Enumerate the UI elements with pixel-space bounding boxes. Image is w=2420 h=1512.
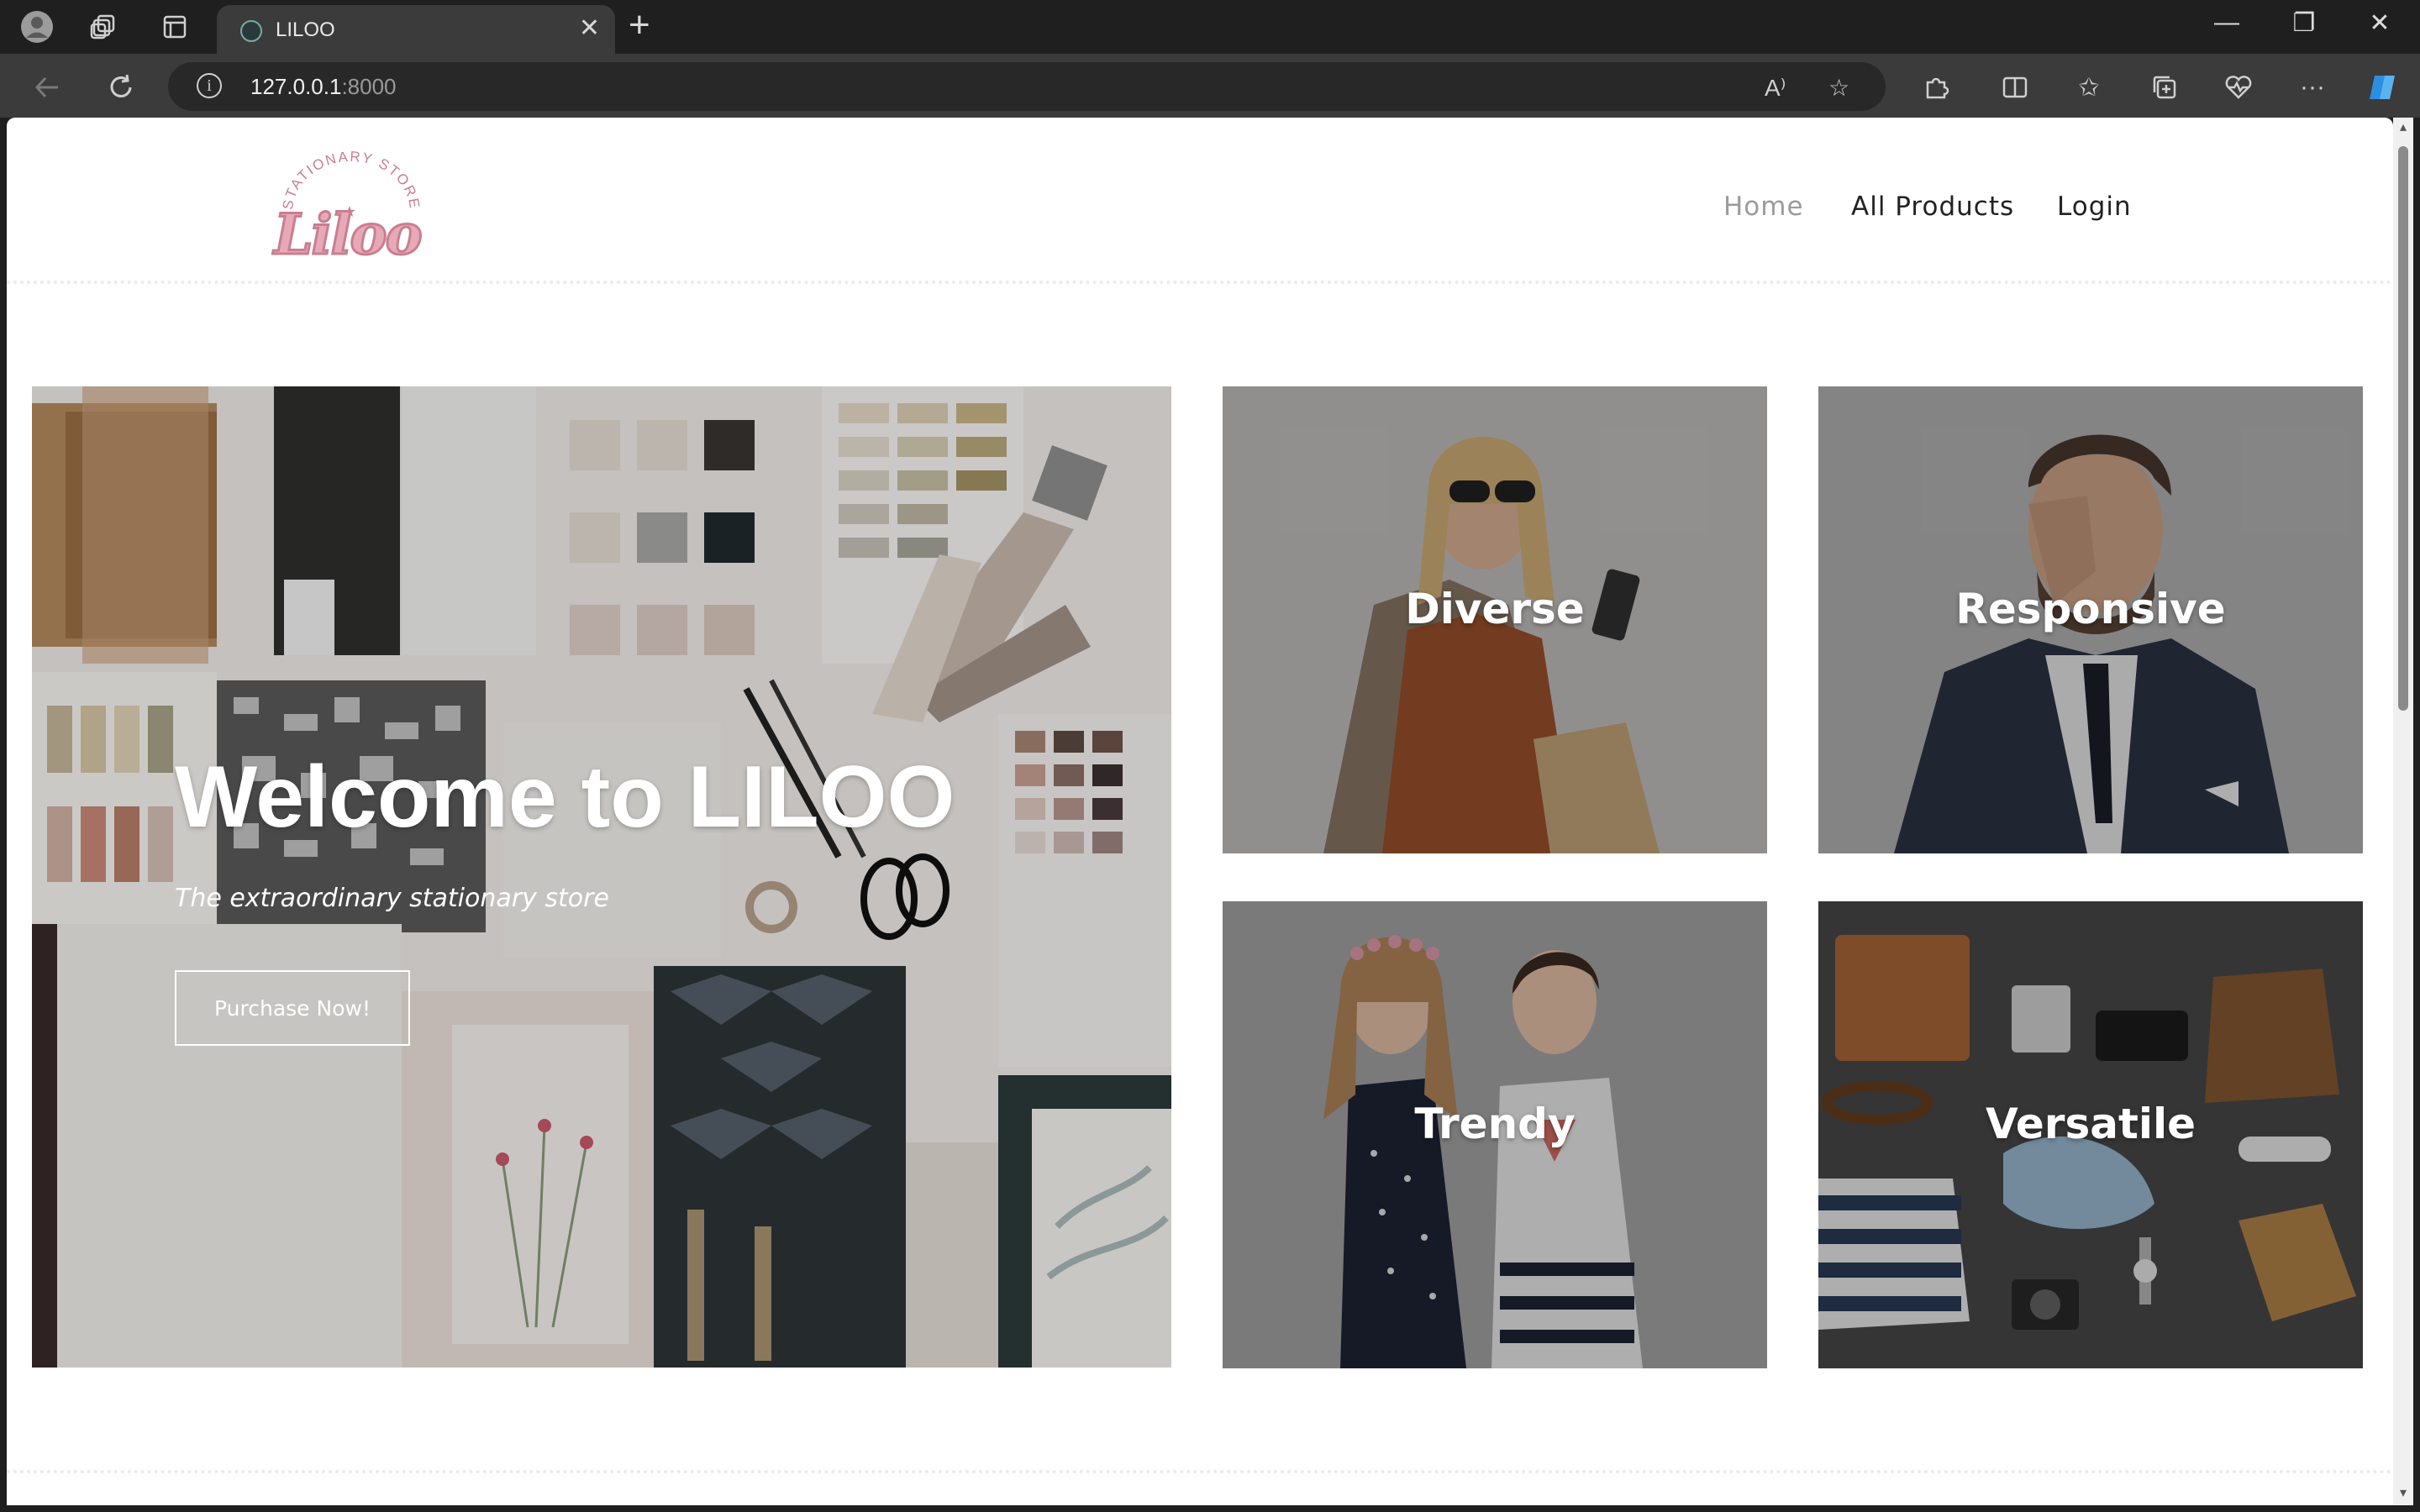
url-text: 127.0.0.1:8000	[250, 74, 397, 99]
site-info-icon[interactable]: i	[197, 73, 222, 98]
workspaces-icon[interactable]	[87, 10, 121, 44]
tab-title: LILOO	[276, 18, 335, 41]
favorite-icon[interactable]: ☆	[1828, 74, 1849, 102]
hero-subtitle: The extraordinary stationary store	[175, 884, 609, 913]
scroll-thumb[interactable]	[2398, 146, 2408, 711]
hero-overlay	[32, 386, 1171, 1368]
tile-responsive-label: Responsive	[1955, 585, 2226, 633]
tile-trendy-label: Trendy	[1414, 1100, 1576, 1148]
new-tab-icon[interactable]: +	[629, 7, 650, 44]
tab-strip: LILOO ✕ + — ❐ ✕	[0, 0, 2420, 54]
minimize-icon[interactable]: —	[2202, 8, 2252, 37]
more-icon[interactable]: ···	[2294, 69, 2331, 106]
hero-title: Welcome to LILOO	[175, 748, 955, 846]
tab-actions-icon[interactable]	[158, 10, 192, 44]
extensions-icon[interactable]	[1918, 69, 1954, 106]
restore-icon[interactable]: ❐	[2279, 8, 2329, 38]
tile-versatile-label: Versatile	[1985, 1100, 2196, 1148]
active-tab[interactable]: LILOO ✕	[217, 5, 615, 54]
tile-trendy[interactable]: Trendy	[1223, 901, 1767, 1368]
copilot-icon[interactable]	[2365, 69, 2402, 106]
nav-home-link[interactable]: Home	[1723, 192, 1804, 222]
tile-responsive[interactable]: Responsive	[1818, 386, 2363, 853]
scroll-down-icon[interactable]: ▾	[2396, 1487, 2410, 1500]
web-page: STATIONARY STORE ★ Liloo Home All Produc…	[7, 118, 2393, 1505]
tile-diverse[interactable]: Diverse	[1223, 386, 1767, 853]
liloo-logo[interactable]: STATIONARY STORE ★ Liloo	[267, 144, 435, 270]
footer-divider	[7, 1470, 2393, 1473]
split-screen-icon[interactable]	[1996, 69, 2033, 106]
header-divider	[7, 281, 2393, 284]
read-aloud-icon[interactable]: A⁾	[1765, 74, 1786, 102]
address-bar[interactable]: i 127.0.0.1:8000 A⁾ ☆	[168, 62, 1886, 111]
tile-versatile[interactable]: Versatile	[1818, 901, 2363, 1368]
scroll-up-icon[interactable]: ▴	[2396, 121, 2410, 134]
nav-all-products-link[interactable]: All Products	[1851, 192, 2014, 222]
performance-icon[interactable]	[2220, 69, 2257, 106]
back-icon[interactable]	[29, 69, 66, 106]
nav-login-link[interactable]: Login	[2057, 192, 2132, 222]
close-tab-icon[interactable]: ✕	[579, 16, 600, 41]
site-favicon-icon	[240, 20, 262, 42]
collections-icon[interactable]	[2146, 69, 2183, 106]
profile-icon[interactable]	[20, 10, 54, 44]
purchase-now-button[interactable]: Purchase Now!	[175, 970, 410, 1046]
address-toolbar: i 127.0.0.1:8000 A⁾ ☆ ✩ ···	[0, 54, 2420, 118]
hero-banner: Welcome to LILOO The extraordinary stati…	[32, 386, 1171, 1368]
logo-script-text: Liloo	[273, 201, 424, 269]
close-window-icon[interactable]: ✕	[2354, 8, 2405, 38]
tile-diverse-label: Diverse	[1405, 585, 1585, 633]
favorites-icon[interactable]: ✩	[2070, 69, 2107, 106]
page-scrollbar[interactable]: ▴ ▾	[2393, 118, 2413, 1505]
refresh-icon[interactable]	[103, 69, 139, 106]
